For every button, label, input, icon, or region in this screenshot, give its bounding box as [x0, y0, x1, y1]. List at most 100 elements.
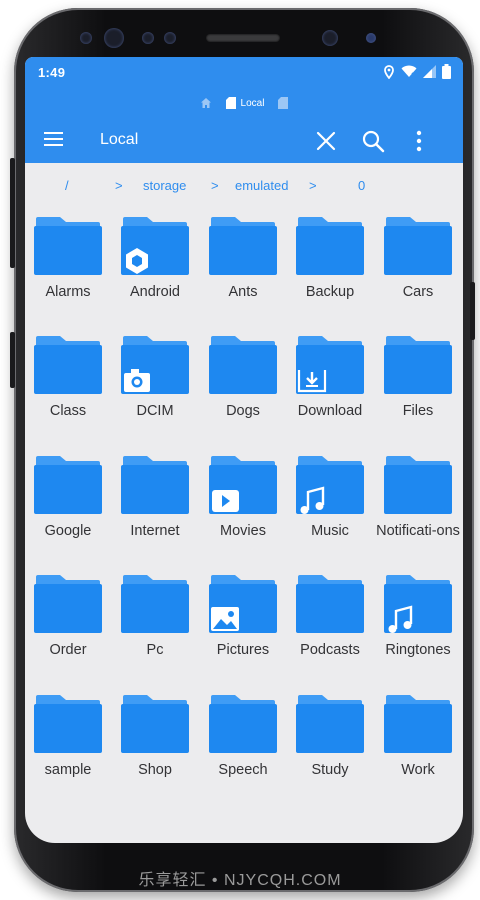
- folder-icon: [34, 336, 102, 394]
- front-camera: [104, 28, 124, 48]
- folder-item[interactable]: Dogs: [199, 336, 287, 420]
- folder-item[interactable]: Pc: [111, 575, 199, 659]
- iris-camera: [322, 30, 338, 46]
- home-icon[interactable]: [200, 97, 212, 109]
- path-separator: >: [309, 178, 317, 193]
- toolbar: Local: [25, 123, 463, 159]
- folder-label: Shop: [138, 762, 172, 778]
- folder-item[interactable]: Ants: [199, 217, 287, 301]
- folder-item[interactable]: Google: [25, 456, 112, 540]
- folder-label: Podcasts: [300, 642, 360, 658]
- bixby-button: [10, 332, 15, 388]
- folder-item[interactable]: Download: [286, 336, 374, 420]
- storage-icon[interactable]: [278, 97, 289, 109]
- folder-label: Pc: [146, 642, 164, 658]
- folder-item[interactable]: Order: [25, 575, 112, 659]
- folder-item[interactable]: Shop: [111, 695, 199, 779]
- folder-item[interactable]: DCIM: [111, 336, 199, 420]
- sensor-3: [164, 32, 176, 44]
- folder-label: Music: [311, 523, 349, 539]
- status-time: 1:49: [38, 65, 66, 80]
- path-part-emulated[interactable]: emulated: [235, 178, 288, 193]
- power-button: [470, 282, 475, 340]
- folder-item[interactable]: Alarms: [25, 217, 112, 301]
- folder-icon: [209, 217, 277, 275]
- location-icon: [384, 64, 394, 79]
- folder-item[interactable]: Work: [374, 695, 462, 779]
- menu-icon[interactable]: [44, 131, 64, 147]
- volume-button: [10, 158, 15, 268]
- path-separator: >: [115, 178, 123, 193]
- folder-item[interactable]: sample: [25, 695, 112, 779]
- iris-led: [366, 33, 376, 43]
- folder-icon: [121, 695, 189, 753]
- folder-icon: [209, 575, 277, 633]
- folder-icon: [34, 217, 102, 275]
- folder-item[interactable]: Class: [25, 336, 112, 420]
- path-part-storage[interactable]: storage: [143, 178, 186, 193]
- folder-item[interactable]: Backup: [286, 217, 374, 301]
- breadcrumb-local[interactable]: Local: [225, 97, 265, 109]
- storage-breadcrumb: Local: [25, 97, 463, 109]
- more-vert-icon[interactable]: [406, 128, 432, 154]
- folder-label: Android: [130, 284, 180, 300]
- folder-item[interactable]: Internet: [111, 456, 199, 540]
- folder-icon: [384, 336, 452, 394]
- folder-item[interactable]: Files: [374, 336, 462, 420]
- folder-icon: [296, 336, 364, 394]
- status-bar: 1:49: [25, 57, 463, 85]
- download-icon: [297, 370, 327, 393]
- folder-item[interactable]: Notificati-ons: [374, 456, 462, 540]
- folder-label: Notificati-ons: [376, 523, 460, 539]
- sd-card-icon: [225, 97, 236, 109]
- folder-item[interactable]: Podcasts: [286, 575, 374, 659]
- folder-label: Work: [401, 762, 435, 778]
- folder-icon: [384, 217, 452, 275]
- folder-item[interactable]: Ringtones: [374, 575, 462, 659]
- play-icon: [212, 490, 239, 512]
- path-part-0[interactable]: 0: [358, 178, 365, 193]
- sensor-1: [80, 32, 92, 44]
- folder-label: Study: [311, 762, 349, 778]
- signal-icon: [423, 65, 436, 78]
- folder-item[interactable]: Movies: [199, 456, 287, 540]
- search-icon[interactable]: [360, 128, 386, 154]
- folder-item[interactable]: Study: [286, 695, 374, 779]
- folder-item[interactable]: Pictures: [199, 575, 287, 659]
- camera-icon: [124, 369, 150, 392]
- folder-item[interactable]: Speech: [199, 695, 287, 779]
- folder-item[interactable]: Music: [286, 456, 374, 540]
- earpiece-speaker: [206, 34, 280, 42]
- path-root[interactable]: /: [65, 178, 69, 193]
- picture-icon: [211, 607, 239, 631]
- battery-icon: [442, 64, 451, 79]
- folder-item[interactable]: Cars: [374, 217, 462, 301]
- music-note-icon: [300, 486, 325, 514]
- folder-label: Ants: [228, 284, 258, 300]
- folder-icon: [209, 695, 277, 753]
- app-bar: 1:49 Local Local: [25, 57, 463, 163]
- folder-icon: [296, 217, 364, 275]
- folder-icon: [209, 336, 277, 394]
- folder-label: Pictures: [216, 642, 270, 658]
- watermark: 乐享轻汇 • NJYCQH.COM: [138, 872, 342, 889]
- wifi-icon: [401, 65, 417, 78]
- folder-label: Internet: [130, 523, 180, 539]
- folder-icon: [34, 695, 102, 753]
- folder-icon: [384, 575, 452, 633]
- breadcrumb-local-label: Local: [240, 97, 265, 109]
- folder-label: Movies: [220, 523, 266, 539]
- folder-label: Backup: [305, 284, 355, 300]
- folder-label: sample: [44, 762, 92, 778]
- screen: 1:49 Local Local / > storage > emulated …: [25, 57, 463, 843]
- folder-label: Order: [49, 642, 87, 658]
- folder-icon: [121, 575, 189, 633]
- folder-icon: [121, 336, 189, 394]
- close-icon[interactable]: [313, 128, 339, 154]
- folder-icon: [34, 575, 102, 633]
- folder-item[interactable]: Android: [111, 217, 199, 301]
- folder-icon: [34, 456, 102, 514]
- folder-icon: [384, 695, 452, 753]
- folder-label: Google: [44, 523, 92, 539]
- folder-label: Files: [402, 403, 434, 419]
